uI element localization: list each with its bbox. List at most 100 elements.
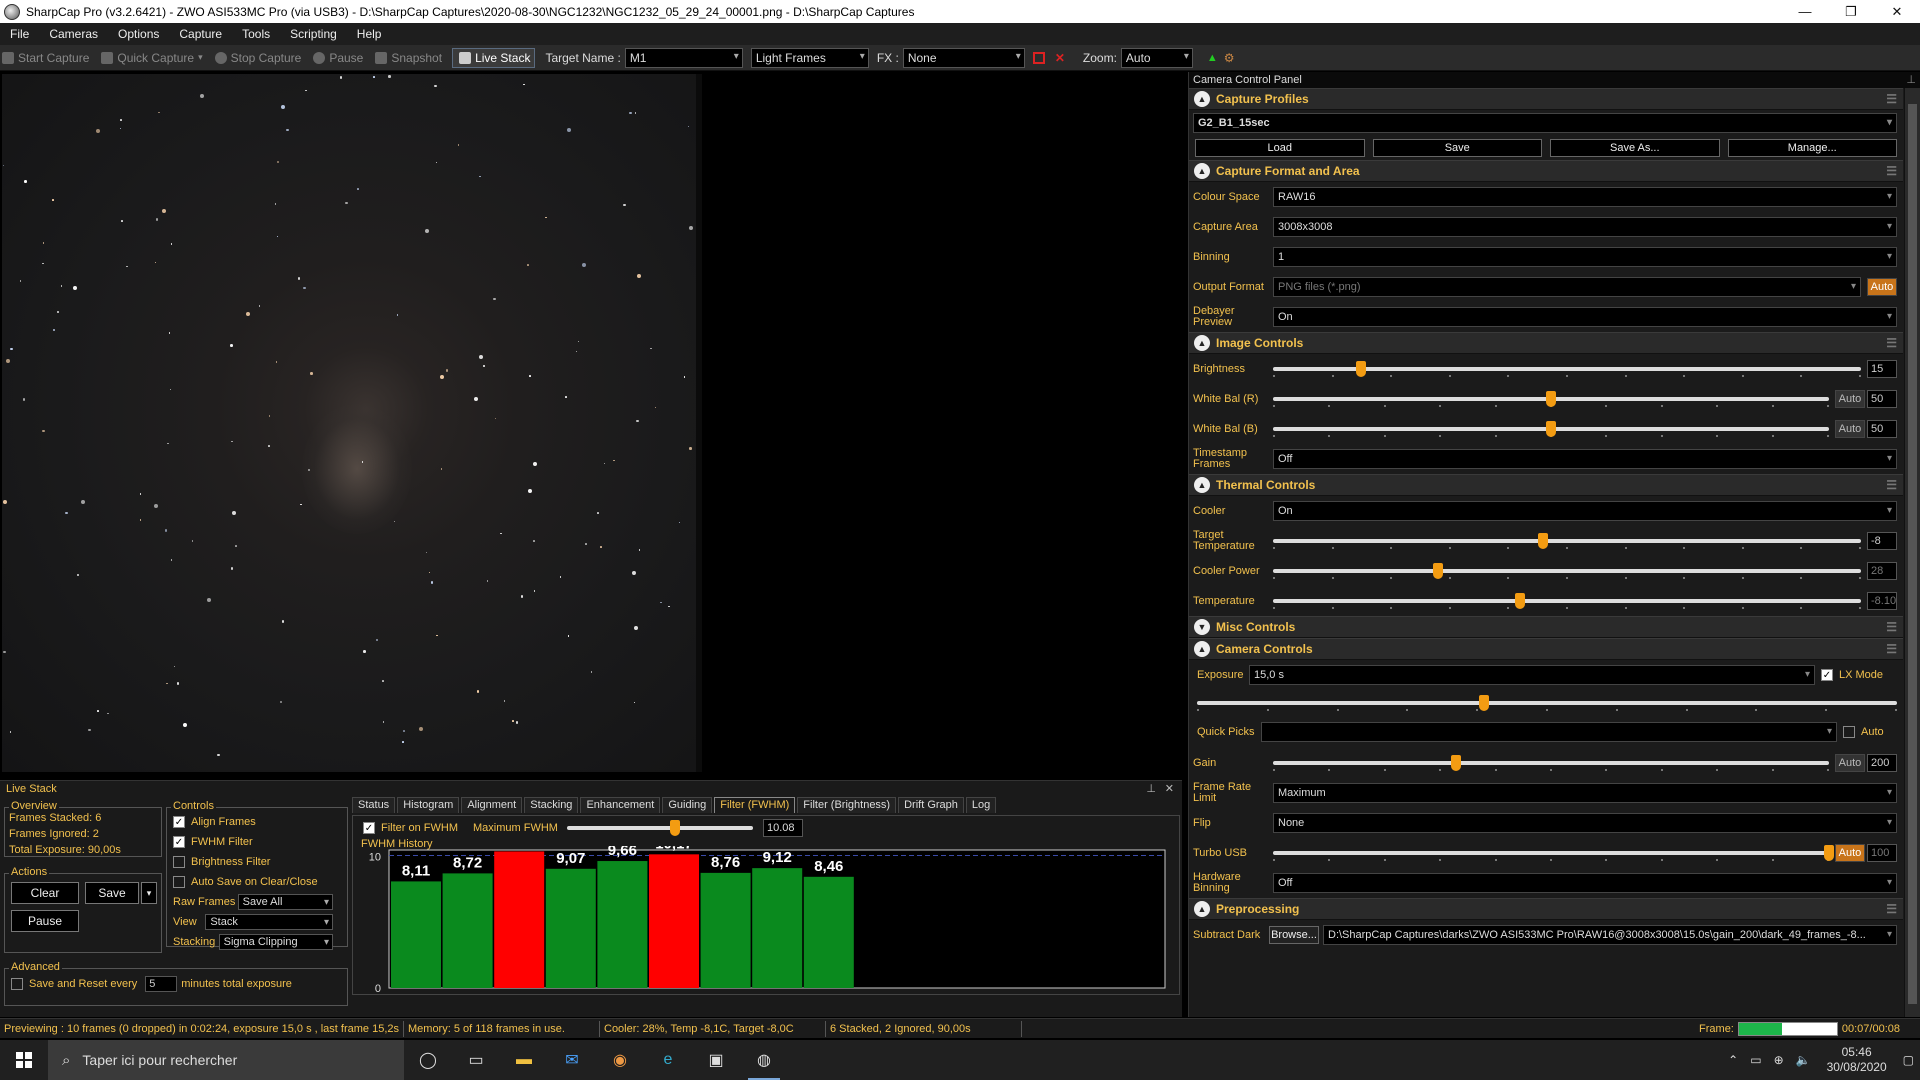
white-bal-b-value[interactable]: 50 xyxy=(1867,420,1897,438)
turbo-usb-slider[interactable] xyxy=(1273,843,1834,863)
target-name-combo[interactable]: M1 xyxy=(624,47,743,68)
task-view-icon[interactable]: ▭ xyxy=(452,1040,500,1080)
live-stack-button[interactable]: Live Stack xyxy=(452,47,536,68)
slider-thumb[interactable] xyxy=(1538,533,1549,549)
dark-file-dropdown[interactable]: D:\SharpCap Captures\darks\ZWO ASI533MC … xyxy=(1323,925,1897,945)
tab-guiding[interactable]: Guiding xyxy=(662,797,713,813)
brightness-value[interactable]: 15 xyxy=(1867,360,1897,378)
tab-filter-brightness[interactable]: Filter (Brightness) xyxy=(797,797,897,813)
binning-dropdown[interactable]: 1 xyxy=(1273,247,1897,267)
white-bal-r-slider[interactable] xyxy=(1273,389,1829,409)
collapse-icon[interactable]: ▲ xyxy=(1194,335,1210,351)
maximum-fwhm-slider[interactable] xyxy=(567,818,753,838)
white-bal-b-auto-button[interactable]: Auto xyxy=(1835,420,1865,438)
cooler-dropdown[interactable]: On xyxy=(1273,501,1897,521)
menu-icon[interactable]: ☰ xyxy=(1886,336,1897,350)
collapse-icon[interactable]: ▲ xyxy=(1194,163,1210,179)
image-viewport[interactable] xyxy=(0,72,1182,775)
exposure-slider[interactable] xyxy=(1197,693,1897,713)
load-profile-button[interactable]: Load xyxy=(1195,139,1365,157)
exposure-field[interactable]: 15,0 s xyxy=(1249,665,1815,685)
gain-value[interactable]: 200 xyxy=(1867,754,1897,772)
chevron-up-icon[interactable]: ⌃ xyxy=(1728,1053,1738,1067)
auto-save-checkbox[interactable] xyxy=(173,876,185,888)
chrome-icon[interactable]: ◉ xyxy=(596,1040,644,1080)
volume-icon[interactable]: 🔈 xyxy=(1796,1053,1811,1067)
slider-thumb[interactable] xyxy=(669,820,680,836)
scrollbar-thumb[interactable] xyxy=(1908,104,1917,1004)
menu-options[interactable]: Options xyxy=(108,27,169,41)
turbo-usb-value[interactable]: 100 xyxy=(1867,844,1897,862)
menu-icon[interactable]: ☰ xyxy=(1886,92,1897,106)
tab-stacking[interactable]: Stacking xyxy=(524,797,579,813)
slider-thumb[interactable] xyxy=(1451,755,1462,771)
start-button[interactable] xyxy=(0,1040,48,1080)
battery-icon[interactable]: ▭ xyxy=(1750,1053,1761,1067)
file-explorer-icon[interactable]: ▬ xyxy=(500,1040,548,1080)
tab-status[interactable]: Status xyxy=(352,797,396,813)
sharpcap-taskbar-icon[interactable]: ◍ xyxy=(740,1040,788,1080)
save-stack-button[interactable]: Save xyxy=(85,882,139,904)
zoom-combo[interactable]: Auto xyxy=(1120,47,1193,68)
frame-type-combo[interactable]: Light Frames xyxy=(750,47,869,68)
save-as-profile-button[interactable]: Save As... xyxy=(1550,139,1720,157)
capture-area-dropdown[interactable]: 3008x3008 xyxy=(1273,217,1897,237)
section-preprocessing[interactable]: ▲ Preprocessing ☰ xyxy=(1189,898,1903,920)
maximum-fwhm-value[interactable]: 10.08 xyxy=(763,819,803,837)
selection-area-icon[interactable] xyxy=(1032,51,1045,64)
section-thermal-controls[interactable]: ▲ Thermal Controls ☰ xyxy=(1189,474,1903,496)
output-format-auto-button[interactable]: Auto xyxy=(1867,278,1897,296)
slider-thumb[interactable] xyxy=(1479,695,1489,711)
pause-button[interactable]: Pause xyxy=(311,51,363,65)
output-format-dropdown[interactable]: PNG files (*.png) xyxy=(1273,277,1861,297)
section-capture-format[interactable]: ▲ Capture Format and Area ☰ xyxy=(1189,160,1903,182)
close-icon[interactable]: ✕ xyxy=(1165,781,1174,797)
gain-auto-button[interactable]: Auto xyxy=(1835,754,1865,772)
section-camera-controls[interactable]: ▲ Camera Controls ☰ xyxy=(1189,638,1903,660)
tab-drift-graph[interactable]: Drift Graph xyxy=(898,797,964,813)
fwhm-filter-checkbox[interactable]: ✓ xyxy=(173,836,185,848)
clear-stack-button[interactable]: Clear xyxy=(11,882,79,904)
manage-profiles-button[interactable]: Manage... xyxy=(1727,139,1897,157)
save-options-chevron-icon[interactable]: ▾ xyxy=(141,882,157,904)
section-capture-profiles[interactable]: ▲ Capture Profiles ☰ xyxy=(1189,88,1903,110)
fx-combo[interactable]: None xyxy=(902,47,1025,68)
menu-icon[interactable]: ☰ xyxy=(1886,902,1897,916)
collapse-icon[interactable]: ▲ xyxy=(1194,91,1210,107)
collapse-icon[interactable]: ▲ xyxy=(1194,901,1210,917)
align-frames-checkbox[interactable]: ✓ xyxy=(173,816,185,828)
save-profile-button[interactable]: Save xyxy=(1372,139,1542,157)
lx-mode-checkbox[interactable]: ✓ xyxy=(1821,669,1833,681)
gain-slider[interactable] xyxy=(1273,753,1829,773)
slider-thumb[interactable] xyxy=(1824,845,1834,861)
menu-tools[interactable]: Tools xyxy=(232,27,280,41)
menu-help[interactable]: Help xyxy=(347,27,392,41)
close-button[interactable]: ✕ xyxy=(1874,0,1920,23)
filter-on-fwhm-checkbox[interactable]: ✓ xyxy=(363,822,375,834)
pin-icon[interactable]: ⊥ xyxy=(1906,72,1916,88)
profile-dropdown[interactable]: G2_B1_15sec xyxy=(1193,113,1897,133)
tab-enhancement[interactable]: Enhancement xyxy=(580,797,661,813)
clock[interactable]: 05:46 30/08/2020 xyxy=(1827,1045,1887,1075)
menu-icon[interactable]: ☰ xyxy=(1886,478,1897,492)
minimize-button[interactable]: — xyxy=(1782,0,1828,23)
turbo-usb-auto-button[interactable]: Auto xyxy=(1835,844,1865,862)
menu-scripting[interactable]: Scripting xyxy=(280,27,347,41)
slider-thumb[interactable] xyxy=(1546,391,1556,407)
frame-rate-limit-dropdown[interactable]: Maximum xyxy=(1273,783,1897,803)
crosshair-icon[interactable]: ✕ xyxy=(1055,51,1065,65)
white-bal-b-slider[interactable] xyxy=(1273,419,1829,439)
debayer-preview-dropdown[interactable]: On xyxy=(1273,307,1897,327)
tab-filter-fwhm[interactable]: Filter (FWHM) xyxy=(714,797,796,813)
flip-dropdown[interactable]: None xyxy=(1273,813,1897,833)
collapse-icon[interactable]: ▲ xyxy=(1194,641,1210,657)
tab-log[interactable]: Log xyxy=(965,797,997,813)
expand-icon[interactable]: ▼ xyxy=(1194,619,1210,635)
edge-icon[interactable]: e xyxy=(644,1040,692,1080)
save-reset-checkbox[interactable] xyxy=(11,978,23,990)
menu-cameras[interactable]: Cameras xyxy=(39,27,108,41)
tab-histogram[interactable]: Histogram xyxy=(397,797,460,813)
raw-frames-dropdown[interactable]: Save All xyxy=(237,894,333,910)
menu-icon[interactable]: ☰ xyxy=(1886,620,1897,634)
quick-picks-auto-checkbox[interactable] xyxy=(1843,726,1855,738)
